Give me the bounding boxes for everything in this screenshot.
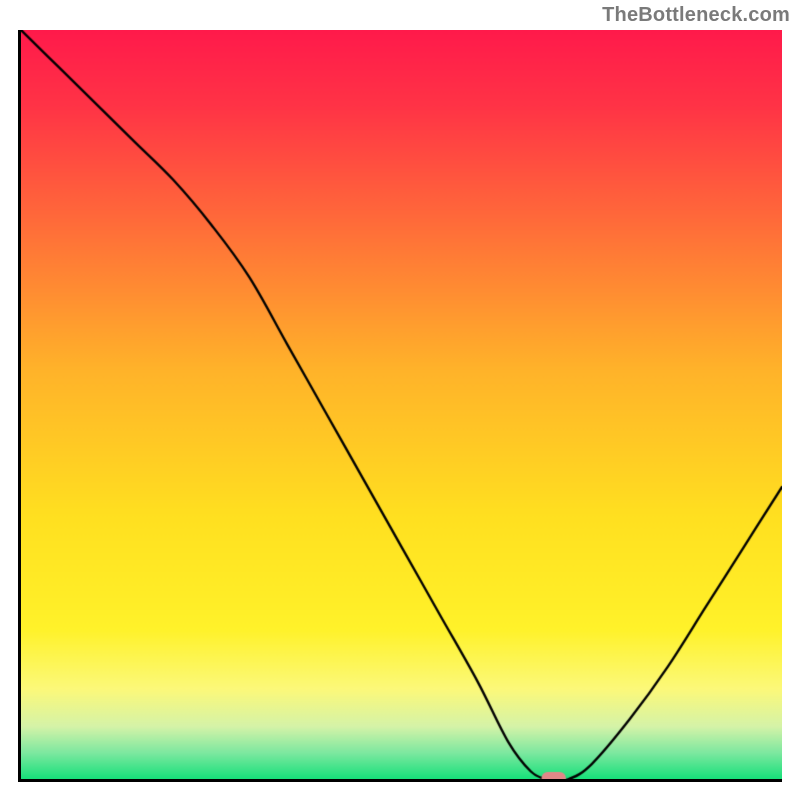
watermark-text: TheBottleneck.com <box>602 4 790 27</box>
curve-canvas <box>21 30 782 779</box>
plot-area <box>18 30 782 782</box>
chart-stage: TheBottleneck.com <box>0 0 800 800</box>
